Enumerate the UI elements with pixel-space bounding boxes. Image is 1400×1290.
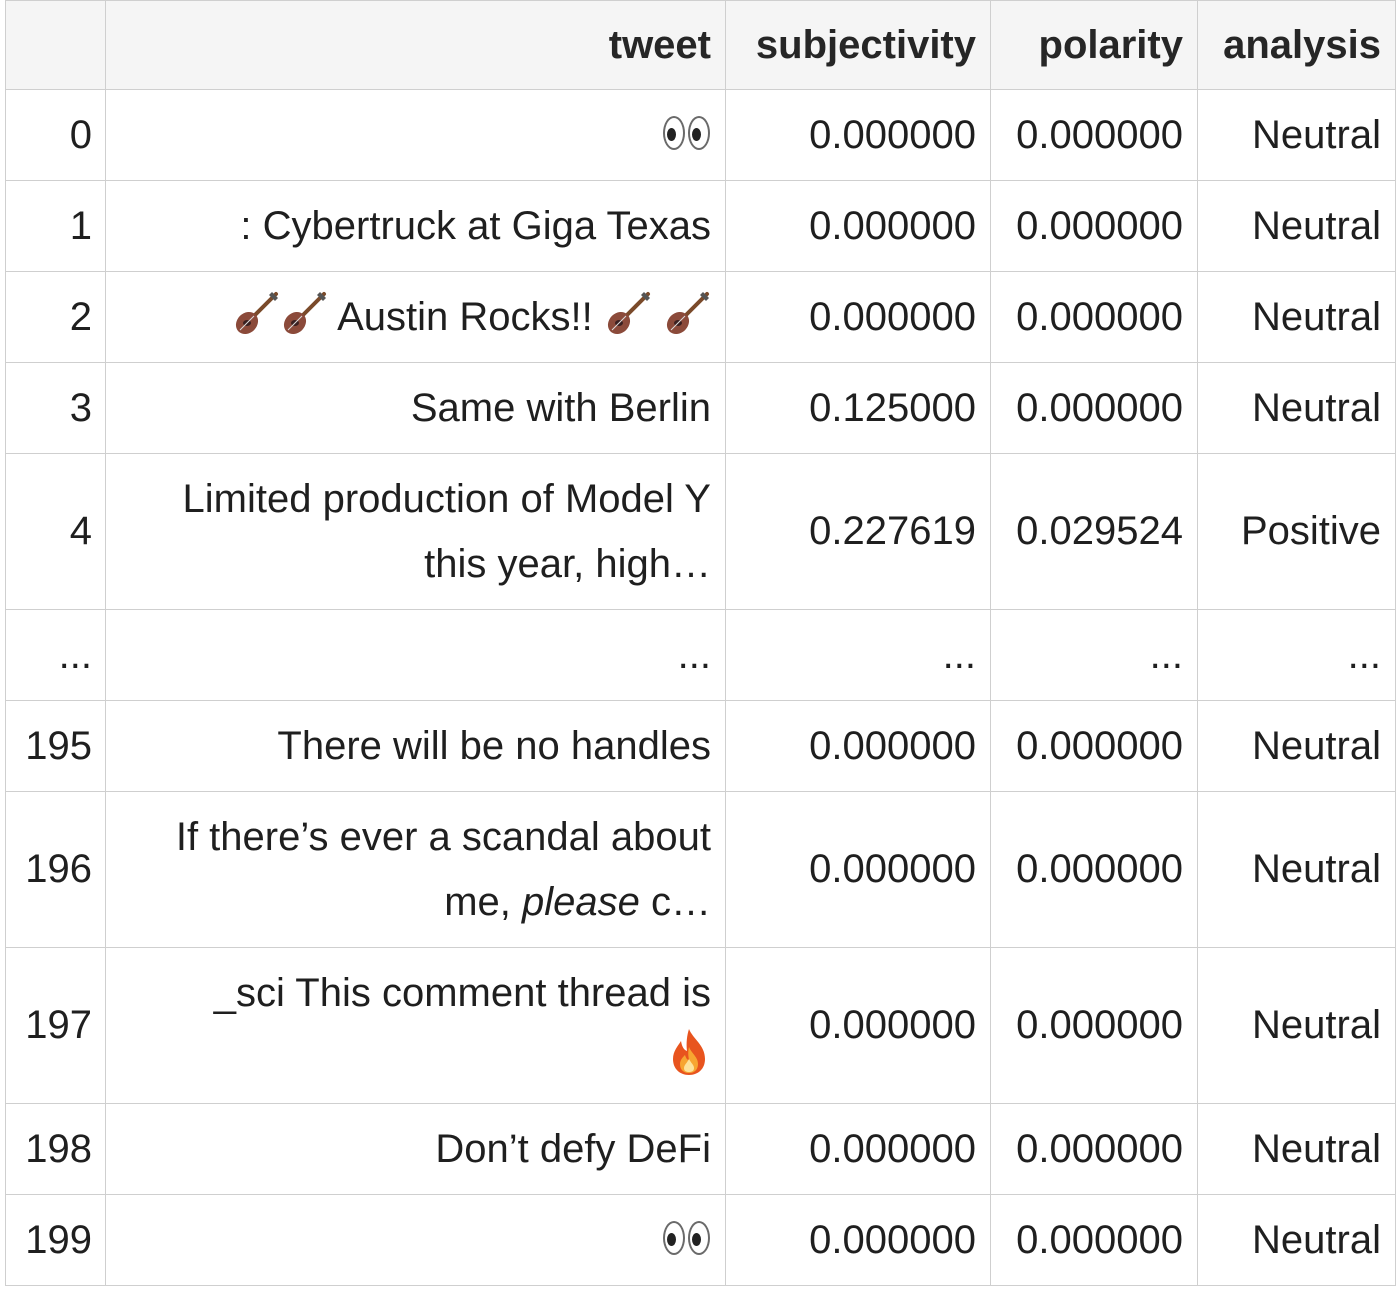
tweet-cell: If there’s ever a scandal about me, plea… — [105, 791, 726, 948]
header-row: tweet subjectivity polarity analysis — [5, 0, 1396, 90]
polarity-cell: 0.029524 — [990, 453, 1198, 610]
analysis-cell: Neutral — [1197, 89, 1396, 181]
polarity-cell: 0.000000 — [990, 89, 1198, 181]
tweet-cell: Austin Rocks!! — [105, 271, 726, 363]
polarity-cell: 0.000000 — [990, 791, 1198, 948]
polarity-cell: 0.000000 — [990, 947, 1198, 1104]
tweet-cell — [105, 1194, 726, 1286]
table-row: 4 Limited production of Model Y this yea… — [5, 453, 1396, 610]
subjectivity-cell: ... — [725, 609, 991, 701]
header-subjectivity: subjectivity — [725, 0, 991, 90]
guitar-icon — [607, 291, 650, 334]
row-index: 1 — [5, 180, 106, 272]
polarity-cell: 0.000000 — [990, 180, 1198, 272]
tweet-emphasis: please — [522, 879, 640, 924]
tweet-text: c… — [639, 879, 711, 924]
polarity-cell: 0.000000 — [990, 1194, 1198, 1286]
analysis-cell: Neutral — [1197, 1194, 1396, 1286]
row-index: 198 — [5, 1103, 106, 1195]
tweet-cell: _sci This comment thread is — [105, 947, 726, 1104]
tweet-line: Limited production of Model Y — [182, 476, 711, 521]
tweet-line: this year, high… — [424, 541, 711, 586]
eyes-icon — [663, 1220, 711, 1257]
eyes-icon — [663, 115, 711, 152]
subjectivity-cell: 0.000000 — [725, 947, 991, 1104]
tweet-cell: Limited production of Model Y this year,… — [105, 453, 726, 610]
analysis-cell: ... — [1197, 609, 1396, 701]
table-row: 199 0.000000 0.000000 Neutral — [5, 1194, 1396, 1286]
tweet-cell — [105, 89, 726, 181]
analysis-cell: Neutral — [1197, 791, 1396, 948]
table-row: 3 Same with Berlin 0.125000 0.000000 Neu… — [5, 362, 1396, 454]
dataframe-table: tweet subjectivity polarity analysis 0 0… — [5, 0, 1396, 1286]
tweet-line: _sci This comment thread is — [213, 970, 711, 1015]
table-row: 0 0.000000 0.000000 Neutral — [5, 89, 1396, 181]
guitar-icon — [666, 291, 709, 334]
subjectivity-cell: 0.000000 — [725, 1103, 991, 1195]
row-index: 2 — [5, 271, 106, 363]
tweet-cell: Same with Berlin — [105, 362, 726, 454]
polarity-cell: 0.000000 — [990, 362, 1198, 454]
table-row: 1 : Cybertruck at Giga Texas 0.000000 0.… — [5, 180, 1396, 272]
dataframe-container: tweet subjectivity polarity analysis 0 0… — [5, 0, 1396, 1286]
polarity-cell: 0.000000 — [990, 1103, 1198, 1195]
tweet-cell: ... — [105, 609, 726, 701]
analysis-cell: Positive — [1197, 453, 1396, 610]
row-index: 0 — [5, 89, 106, 181]
polarity-cell: ... — [990, 609, 1198, 701]
table-row: 196 If there’s ever a scandal about me, … — [5, 791, 1396, 948]
subjectivity-cell: 0.227619 — [725, 453, 991, 610]
analysis-cell: Neutral — [1197, 271, 1396, 363]
analysis-cell: Neutral — [1197, 1103, 1396, 1195]
guitar-icon — [284, 291, 327, 334]
subjectivity-cell: 0.125000 — [725, 362, 991, 454]
subjectivity-cell: 0.000000 — [725, 89, 991, 181]
header-tweet: tweet — [105, 0, 726, 90]
row-index: 195 — [5, 700, 106, 792]
guitar-icon — [236, 291, 279, 334]
table-row: 198 Don’t defy DeFi 0.000000 0.000000 Ne… — [5, 1103, 1396, 1195]
table-row: 195 There will be no handles 0.000000 0.… — [5, 700, 1396, 792]
analysis-cell: Neutral — [1197, 947, 1396, 1104]
polarity-cell: 0.000000 — [990, 700, 1198, 792]
subjectivity-cell: 0.000000 — [725, 1194, 991, 1286]
header-polarity: polarity — [990, 0, 1198, 90]
table-row: 2 Austin Rocks!! 0.000000 0.000000 Neutr… — [5, 271, 1396, 363]
header-analysis: analysis — [1197, 0, 1396, 90]
tweet-text: me, — [444, 879, 522, 924]
ellipsis-row: ... ... ... ... ... — [5, 609, 1396, 701]
fire-icon — [673, 1028, 705, 1075]
row-index: 3 — [5, 362, 106, 454]
row-index: 196 — [5, 791, 106, 948]
subjectivity-cell: 0.000000 — [725, 271, 991, 363]
row-index: 4 — [5, 453, 106, 610]
tweet-line: If there’s ever a scandal about — [175, 814, 711, 859]
analysis-cell: Neutral — [1197, 700, 1396, 792]
tweet-cell: There will be no handles — [105, 700, 726, 792]
analysis-cell: Neutral — [1197, 362, 1396, 454]
row-index: 199 — [5, 1194, 106, 1286]
subjectivity-cell: 0.000000 — [725, 791, 991, 948]
tweet-cell: : Cybertruck at Giga Texas — [105, 180, 726, 272]
subjectivity-cell: 0.000000 — [725, 700, 991, 792]
polarity-cell: 0.000000 — [990, 271, 1198, 363]
analysis-cell: Neutral — [1197, 180, 1396, 272]
header-index — [5, 0, 106, 90]
tweet-cell: Don’t defy DeFi — [105, 1103, 726, 1195]
row-index: ... — [5, 609, 106, 701]
row-index: 197 — [5, 947, 106, 1104]
tweet-text: Austin Rocks!! — [337, 294, 593, 339]
subjectivity-cell: 0.000000 — [725, 180, 991, 272]
table-row: 197 _sci This comment thread is 0.000000… — [5, 947, 1396, 1104]
